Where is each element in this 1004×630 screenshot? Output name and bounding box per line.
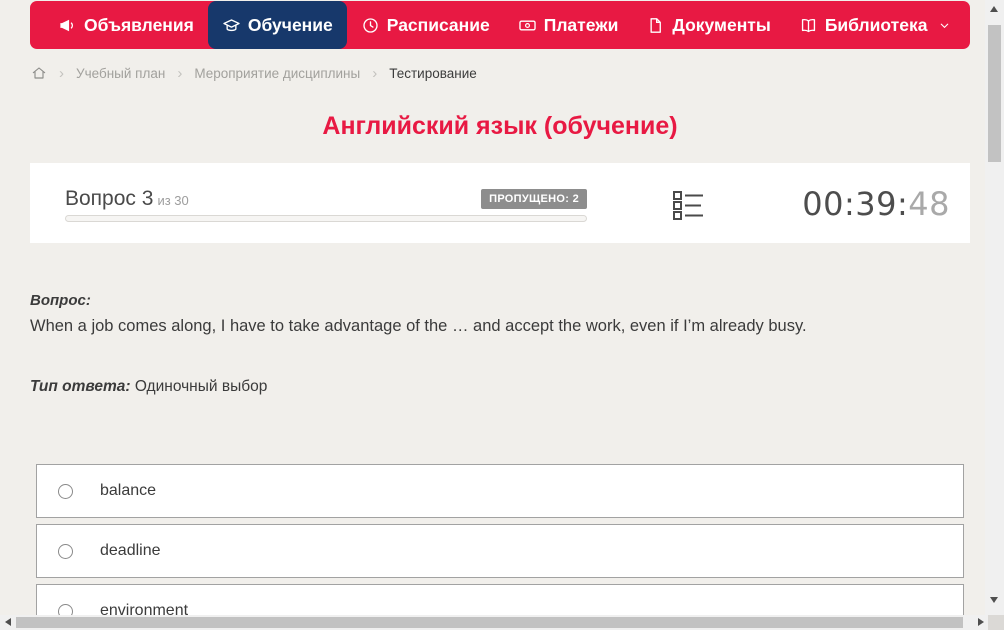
vertical-scrollbar-thumb[interactable] xyxy=(988,25,1001,162)
question-list-button[interactable] xyxy=(672,189,704,221)
scrollbar-corner xyxy=(988,615,1004,630)
answer-option-balance[interactable]: balance xyxy=(36,464,964,518)
scroll-right-icon[interactable] xyxy=(978,618,984,626)
answer-type-label: Тип ответа: xyxy=(30,378,131,395)
nav-item-label: Платежи xyxy=(543,14,619,35)
breadcrumb: › Учебный план › Мероприятие дисциплины … xyxy=(31,62,477,84)
answer-type-row: Тип ответа: Одиночный выбор xyxy=(30,378,267,396)
megaphone-icon xyxy=(58,16,77,35)
breadcrumb-curriculum[interactable]: Учебный план xyxy=(76,66,165,81)
nav-item-label: Объявления xyxy=(84,14,194,35)
nav-item-payments[interactable]: Платежи xyxy=(504,1,633,49)
main-nav: Объявления Обучение Расписание Платежи Д… xyxy=(30,1,970,49)
option-label: deadline xyxy=(100,542,161,559)
list-icon xyxy=(672,191,704,225)
timer-seconds: 48 xyxy=(908,185,950,223)
breadcrumb-separator: › xyxy=(177,64,183,82)
horizontal-scrollbar[interactable] xyxy=(0,615,988,630)
question-text: When a job comes along, I have to take a… xyxy=(30,317,807,335)
timer-hours-minutes: 00:39: xyxy=(802,185,909,223)
nav-item-learning[interactable]: Обучение xyxy=(207,1,347,49)
radio-button[interactable] xyxy=(58,543,73,559)
question-panel: Вопрос 3 из 30 ПРОПУЩЕНО: 2 00:39:48 xyxy=(30,163,970,243)
answer-option-deadline[interactable]: deadline xyxy=(36,524,964,578)
quiz-page: Объявления Обучение Расписание Платежи Д… xyxy=(0,0,1004,630)
scroll-left-icon[interactable] xyxy=(5,618,11,626)
scroll-down-icon[interactable] xyxy=(990,597,998,603)
progress-bar xyxy=(65,215,587,222)
radio-button[interactable] xyxy=(58,483,73,499)
breadcrumb-testing-current: Тестирование xyxy=(389,65,477,81)
nav-item-schedule[interactable]: Расписание xyxy=(347,1,504,49)
document-icon xyxy=(646,16,665,35)
horizontal-scrollbar-thumb[interactable] xyxy=(16,617,963,628)
vertical-scrollbar[interactable] xyxy=(985,0,1004,615)
page-title: Английский язык (обучение) xyxy=(322,112,678,140)
question-total: из 30 xyxy=(157,193,189,208)
breadcrumb-separator: › xyxy=(372,64,378,82)
option-label: balance xyxy=(100,482,157,499)
nav-item-documents[interactable]: Документы xyxy=(632,1,784,49)
scroll-up-icon[interactable] xyxy=(990,6,998,12)
graduation-cap-icon xyxy=(222,16,241,35)
breadcrumb-separator: › xyxy=(59,64,64,82)
nav-item-label: Расписание xyxy=(386,14,490,35)
chevron-down-icon xyxy=(938,19,951,32)
question-number-label: Вопрос 3 xyxy=(65,187,154,210)
question-heading: Вопрос: xyxy=(30,292,91,309)
banknote-icon xyxy=(518,16,537,35)
breadcrumb-discipline-event[interactable]: Мероприятие дисциплины xyxy=(194,66,360,81)
home-icon[interactable] xyxy=(31,65,47,81)
clock-icon xyxy=(361,16,380,35)
nav-item-label: Библиотека xyxy=(824,14,928,35)
answer-type-value: Одиночный выбор xyxy=(134,378,268,395)
timer: 00:39:48 xyxy=(802,185,950,223)
nav-item-label: Обучение xyxy=(247,14,333,35)
nav-item-library[interactable]: Библиотека xyxy=(785,1,966,49)
open-book-icon xyxy=(799,16,818,35)
question-number: Вопрос 3 из 30 xyxy=(65,187,189,211)
skipped-badge: ПРОПУЩЕНО: 2 xyxy=(481,189,587,209)
nav-item-announcements[interactable]: Объявления xyxy=(44,1,208,49)
nav-item-label: Документы xyxy=(672,14,771,35)
